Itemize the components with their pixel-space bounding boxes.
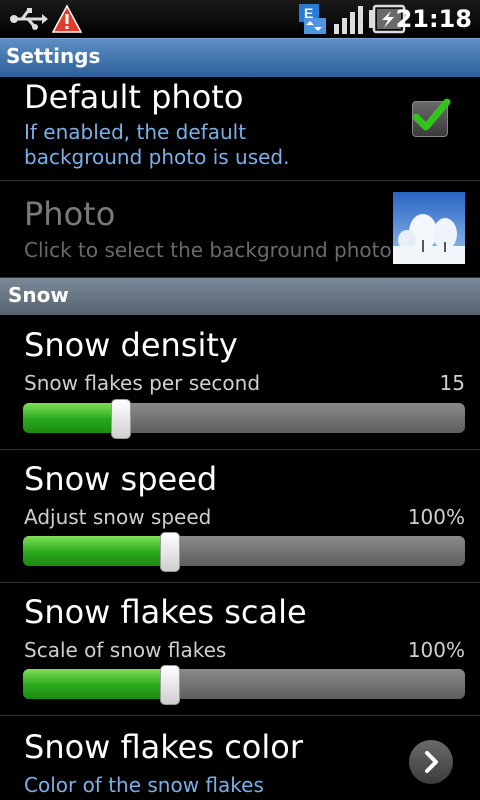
pref-default-photo[interactable]: Default photo If enabled, the default ba… [0, 76, 480, 181]
pref-title: Default photo [24, 78, 244, 116]
slider-value: 100% [407, 638, 465, 662]
page-title: Settings [6, 44, 101, 68]
default-photo-checkbox[interactable] [412, 98, 451, 137]
clock: 21:18 [395, 5, 472, 33]
pref-summary: Scale of snow flakes [24, 638, 227, 662]
category-snow: Snow [0, 278, 480, 315]
slider-value: 15 [439, 371, 465, 395]
pref-title: Snow speed [24, 460, 218, 498]
category-label: Snow [8, 283, 69, 307]
title-bar: Settings [0, 38, 480, 77]
pref-title: Snow flakes scale [24, 593, 307, 631]
pref-snow-flakes-color[interactable]: Snow flakes color Color of the snow flak… [0, 716, 480, 800]
snow-flakes-scale-slider[interactable] [23, 665, 465, 705]
slider-thumb[interactable] [159, 665, 180, 705]
snow-flakes-color-button[interactable] [409, 740, 453, 784]
pref-summary: If enabled, the default background photo… [24, 120, 290, 169]
snow-speed-slider[interactable] [23, 532, 465, 572]
pref-summary: Snow flakes per second [24, 371, 261, 395]
pref-summary: Color of the snow flakes [24, 773, 264, 797]
usb-icon [10, 8, 48, 30]
status-bar: E 21:18 [0, 0, 480, 38]
pref-title: Photo [24, 195, 116, 233]
photo-thumbnail[interactable] [393, 192, 465, 264]
signal-icon [334, 6, 363, 34]
e-network-icon: E [299, 4, 326, 34]
snow-density-slider[interactable] [23, 399, 465, 439]
pref-snow-speed[interactable]: Snow speed Adjust snow speed 100% [0, 450, 480, 583]
slider-value: 100% [407, 505, 465, 529]
pref-snow-flakes-scale[interactable]: Snow flakes scale Scale of snow flakes 1… [0, 583, 480, 716]
slider-thumb[interactable] [111, 399, 132, 439]
pref-summary: Click to select the background photo. [24, 238, 398, 262]
slider-thumb[interactable] [159, 532, 180, 572]
pref-summary: Adjust snow speed [24, 505, 212, 529]
pref-snow-density[interactable]: Snow density Snow flakes per second 15 [0, 316, 480, 450]
slider-fill [23, 403, 121, 433]
slider-fill [23, 669, 169, 699]
warning-icon [52, 4, 82, 33]
slider-fill [23, 536, 169, 566]
chevron-right-icon [425, 751, 438, 773]
pref-title: Snow flakes color [24, 728, 303, 766]
pref-title: Snow density [24, 326, 238, 364]
check-icon [412, 98, 451, 131]
